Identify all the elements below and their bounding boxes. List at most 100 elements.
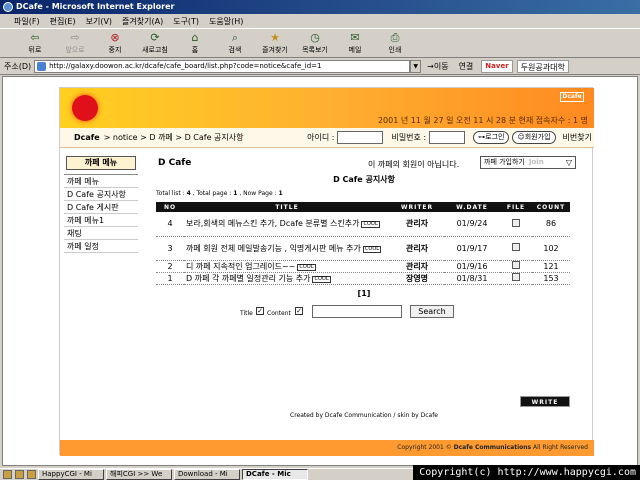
login-button[interactable]: ⊶로그인 [473, 131, 510, 144]
row-date: 01/9/24 [444, 212, 500, 237]
menu-help[interactable]: 도움말(H) [209, 16, 243, 27]
sidebar-item-board[interactable]: D Cafe 게시판 [64, 201, 138, 214]
id-input[interactable] [337, 131, 384, 144]
search-icon: ⌕ [231, 31, 239, 44]
taskbar-item-download[interactable]: Download - Mi [174, 469, 240, 480]
address-dropdown[interactable]: ▼ [410, 59, 422, 73]
naver-logo[interactable]: Naver [481, 59, 513, 73]
menu-edit[interactable]: 편집(E) [50, 16, 76, 27]
column-header-no: NO [156, 202, 184, 212]
refresh-button[interactable]: ⟳ 새로고침 [138, 30, 172, 55]
content-checkbox[interactable]: ✓ [295, 306, 303, 315]
address-input[interactable]: http://galaxy.doowon.ac.kr/dcafe/cafe_bo… [34, 59, 411, 73]
address-bar: 주소(D) http://galaxy.doowon.ac.kr/dcafe/c… [0, 58, 640, 75]
row-title-link[interactable]: D 까페 각 까페별 일정관리 기능 추가 COOL [184, 272, 390, 285]
forward-arrow-icon: ⇨ [70, 31, 80, 44]
history-button[interactable]: ◷ 목록보기 [298, 30, 332, 55]
sidebar-item-menu[interactable]: 까페 메뉴 [64, 175, 138, 188]
title-checkbox[interactable]: ✓ [256, 306, 264, 315]
row-writer[interactable]: 관리자 [390, 260, 444, 273]
pagination[interactable]: [1] [154, 289, 574, 301]
row-file[interactable] [500, 212, 532, 237]
file-icon [512, 273, 520, 281]
quicklaunch-icon[interactable] [3, 470, 12, 479]
links-label[interactable]: 연결 [459, 61, 474, 72]
write-button[interactable]: WRITE [520, 396, 570, 407]
search-input[interactable] [312, 304, 402, 318]
chevron-down-icon: ▽ [565, 158, 572, 167]
row-file[interactable] [500, 236, 532, 261]
cool-badge: COOL [297, 263, 316, 271]
person-icon: ☺ [517, 133, 525, 141]
column-header-count: COUNT [532, 202, 570, 212]
file-icon [512, 261, 520, 269]
row-title-link[interactable]: 디 까페 지속적인 업그레이드~~ COOL [184, 260, 390, 273]
join-button[interactable]: ☺회원가입 [512, 131, 556, 144]
row-count: 86 [532, 212, 570, 237]
table-row: 2 디 까페 지속적인 업그레이드~~ COOL 관리자 01/9/16 121 [156, 260, 570, 273]
dcafe-logo[interactable]: Dcafe [560, 92, 584, 102]
file-icon [512, 218, 520, 227]
row-no: 3 [156, 236, 184, 261]
row-writer[interactable]: 장영명 [390, 272, 444, 285]
breadcrumb: > notice > D 까페 > D Cafe 공지사항 [103, 133, 244, 142]
back-button[interactable]: ⇦ 뒤로 [18, 30, 52, 55]
menu-favorites[interactable]: 즐겨찾기(A) [122, 16, 163, 27]
search-button[interactable]: ⌕ 검색 [218, 30, 252, 55]
sidebar-item-schedule[interactable]: 까페 일정 [64, 240, 138, 253]
window-titlebar: DCafe - Microsoft Internet Explorer [0, 0, 640, 14]
stop-button[interactable]: ⊗ 중지 [98, 30, 132, 55]
table-row: 3 까페 회원 전체 메일발송기능 , 익명게시판 메뉴 추가 COOL 관리자 … [156, 236, 570, 261]
menu-view[interactable]: 보기(V) [86, 16, 112, 27]
sidebar-item-notice[interactable]: D Cafe 공지사항 [64, 188, 138, 201]
sidebar-item-menu1[interactable]: 까페 메뉴1 [64, 214, 138, 227]
menu-file[interactable]: 파일(F) [14, 16, 40, 27]
column-header-writer: WRITER [390, 202, 444, 212]
taskbar-item-happycgi[interactable]: HappyCGI - Mi [38, 469, 104, 480]
taskbar-item-happycgi-web[interactable]: 해피CGI >> We [106, 469, 172, 480]
quicklaunch-icon[interactable] [27, 470, 36, 479]
login-box: 아이디 : 비밀번호 : ⊶로그인 ☺회원가입 비번찾기 [307, 131, 594, 144]
row-file[interactable] [500, 260, 532, 273]
column-header-title: TITLE [184, 202, 390, 212]
address-label: 주소(D) [4, 61, 32, 71]
menu-tools[interactable]: 도구(T) [173, 16, 199, 27]
column-header-date: W.DATE [444, 202, 500, 212]
forward-button[interactable]: ⇨ 앞으로 [58, 30, 92, 55]
search-submit-button[interactable]: Search [410, 304, 454, 318]
sidebar-header: 까페 메뉴 [66, 156, 136, 170]
go-button[interactable]: →이동 [427, 61, 448, 72]
row-no: 1 [156, 272, 184, 285]
table-header-row: NO TITLE WRITER W.DATE FILE COUNT [156, 202, 570, 212]
cafe-sidebar: 까페 메뉴 까페 메뉴 D Cafe 공지사항 D Cafe 게시판 까페 메뉴… [64, 156, 138, 253]
board-title: D Cafe 공지사항 [333, 175, 395, 184]
quicklaunch-icon[interactable] [15, 470, 24, 479]
row-title-link[interactable]: 까페 회원 전체 메일발송기능 , 익명게시판 메뉴 추가 COOL [184, 236, 390, 261]
breadcrumb-home[interactable]: Dcafe [74, 133, 100, 142]
favorites-button[interactable]: ★ 즐겨찾기 [258, 30, 292, 55]
row-writer[interactable]: 관리자 [390, 212, 444, 237]
board-table: NO TITLE WRITER W.DATE FILE COUNT 4 보라,회… [156, 202, 570, 285]
cool-badge: COOL [361, 221, 380, 229]
taskbar-item-dcafe[interactable]: DCafe - Mic [242, 469, 308, 480]
sidebar-list: 까페 메뉴 D Cafe 공지사항 D Cafe 게시판 까페 메뉴1 채팅 까… [64, 174, 138, 253]
naver-search-input[interactable]: 두원공과대학 [516, 59, 569, 73]
row-writer[interactable]: 관리자 [390, 236, 444, 261]
board-main: D Cafe 이 까페의 회원이 아닙니다. 까페 가입하기 Join ▽ D C… [154, 156, 576, 419]
join-select[interactable]: 까페 가입하기 Join ▽ [480, 156, 576, 169]
find-password-link[interactable]: 비번찾기 [563, 132, 592, 143]
sidebar-item-chat[interactable]: 채팅 [64, 227, 138, 240]
row-title-link[interactable]: 보라,회색의 메뉴스킨 추가, Dcafe 분류별 스킨추가 COOL [184, 212, 390, 237]
row-date: 01/9/16 [444, 260, 500, 273]
mail-button[interactable]: ✉ 메일 [338, 30, 372, 55]
menu-bar: 파일(F) 편집(E) 보기(V) 즐겨찾기(A) 도구(T) 도움말(H) [0, 14, 640, 29]
row-no: 4 [156, 212, 184, 237]
print-button[interactable]: ⎙ 인쇄 [378, 30, 412, 55]
home-button[interactable]: ⌂ 홈 [178, 30, 212, 55]
refresh-icon: ⟳ [150, 31, 160, 44]
board-header: D Cafe 이 까페의 회원이 아닙니다. 까페 가입하기 Join ▽ [154, 156, 576, 172]
nav-row: Dcafe > notice > D 까페 > D Cafe 공지사항 아이디 … [60, 128, 594, 148]
password-input[interactable] [429, 131, 466, 144]
row-file[interactable] [500, 272, 532, 285]
row-count: 153 [532, 272, 570, 285]
